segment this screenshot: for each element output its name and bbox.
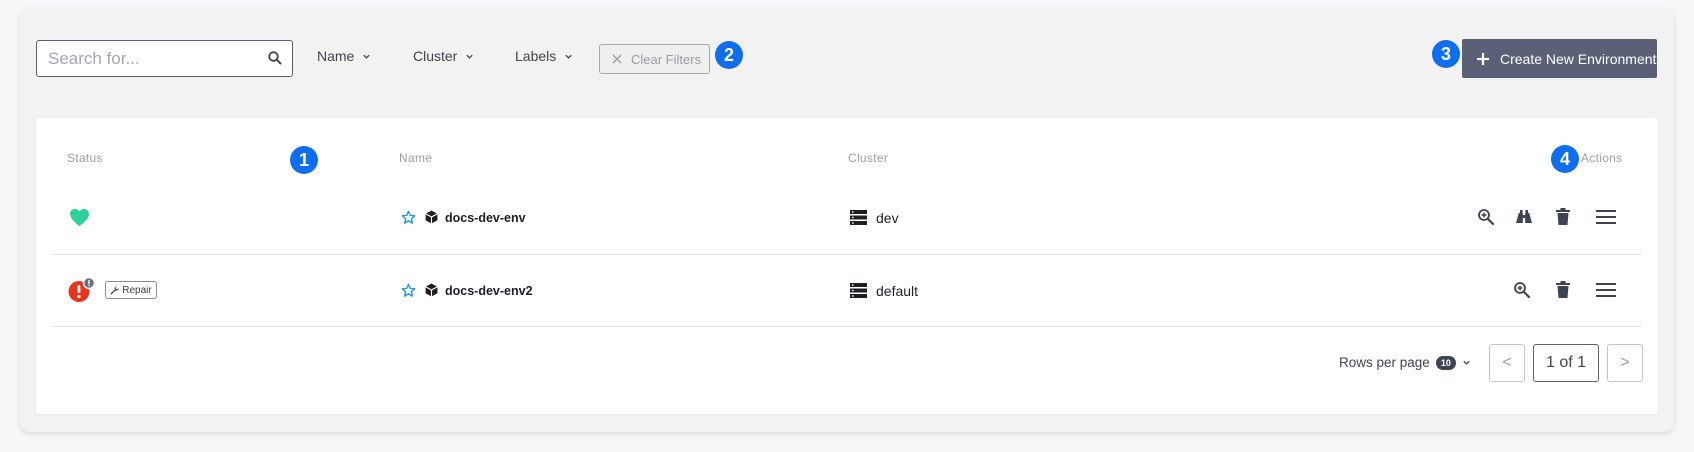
zoom-in-icon[interactable]: [1477, 208, 1495, 226]
create-environment-button[interactable]: Create New Environment: [1462, 39, 1657, 78]
wrench-icon: [110, 285, 119, 294]
clear-filters-label: Clear Filters: [631, 51, 702, 67]
hamburger-menu-icon[interactable]: [1596, 282, 1616, 298]
chevron-down-icon: [466, 54, 474, 59]
chevron-down-icon: [1463, 360, 1470, 365]
server-icon: [850, 283, 867, 298]
filter-cluster-dropdown[interactable]: Cluster: [413, 48, 474, 64]
rows-per-page-value: 10: [1435, 355, 1456, 370]
hamburger-menu-icon[interactable]: [1596, 209, 1616, 225]
trash-icon[interactable]: [1556, 281, 1570, 298]
next-page-button[interactable]: >: [1607, 344, 1643, 382]
cluster-name: default: [876, 283, 919, 299]
trash-icon[interactable]: [1556, 208, 1570, 225]
clear-filters-button[interactable]: Clear Filters: [599, 44, 710, 74]
cube-icon: [425, 210, 438, 224]
column-header-name: Name: [399, 151, 433, 165]
plus-icon: [1477, 52, 1489, 65]
filter-labels-dropdown[interactable]: Labels: [515, 48, 573, 64]
heart-icon: [70, 208, 89, 227]
create-environment-label: Create New Environment: [1500, 50, 1657, 67]
previous-page-button[interactable]: <: [1489, 344, 1525, 382]
callout-badge-3: 3: [1432, 40, 1460, 68]
cluster-name: dev: [876, 210, 899, 226]
filter-name-label: Name: [317, 48, 355, 64]
row-divider: [52, 254, 1642, 255]
filter-cluster-label: Cluster: [413, 48, 458, 64]
star-icon[interactable]: [401, 283, 416, 298]
env-name-link[interactable]: docs-dev-env2: [445, 284, 533, 298]
current-page-indicator[interactable]: 1 of 1: [1533, 344, 1599, 382]
rows-per-page-select[interactable]: Rows per page 10: [1339, 355, 1471, 370]
column-header-actions: Actions: [1581, 151, 1623, 165]
chevron-down-icon: [565, 54, 572, 59]
row-divider: [52, 326, 1642, 327]
filter-name-dropdown[interactable]: Name: [317, 48, 371, 64]
repair-label: Repair: [122, 284, 152, 296]
env-name-link[interactable]: docs-dev-env: [445, 211, 526, 225]
rows-per-page-label: Rows per page: [1339, 355, 1430, 370]
repair-tag[interactable]: Repair: [105, 281, 157, 299]
chevron-down-icon: [363, 54, 371, 59]
search-input[interactable]: [48, 45, 258, 72]
star-icon[interactable]: [401, 210, 416, 225]
server-icon: [850, 210, 867, 225]
cube-icon: [425, 283, 438, 297]
binoculars-icon[interactable]: [1515, 209, 1533, 225]
exclamation-icon: [68, 277, 96, 302]
search-icon[interactable]: [267, 50, 283, 66]
zoom-in-icon[interactable]: [1513, 281, 1531, 299]
callout-badge-4: 4: [1551, 145, 1579, 173]
search-box[interactable]: [36, 40, 293, 77]
column-header-status: Status: [67, 151, 103, 165]
column-header-cluster: Cluster: [848, 151, 889, 165]
callout-badge-1: 1: [290, 146, 318, 174]
callout-badge-2: 2: [715, 41, 743, 69]
filter-labels-label: Labels: [515, 48, 557, 64]
close-icon: [612, 54, 622, 64]
